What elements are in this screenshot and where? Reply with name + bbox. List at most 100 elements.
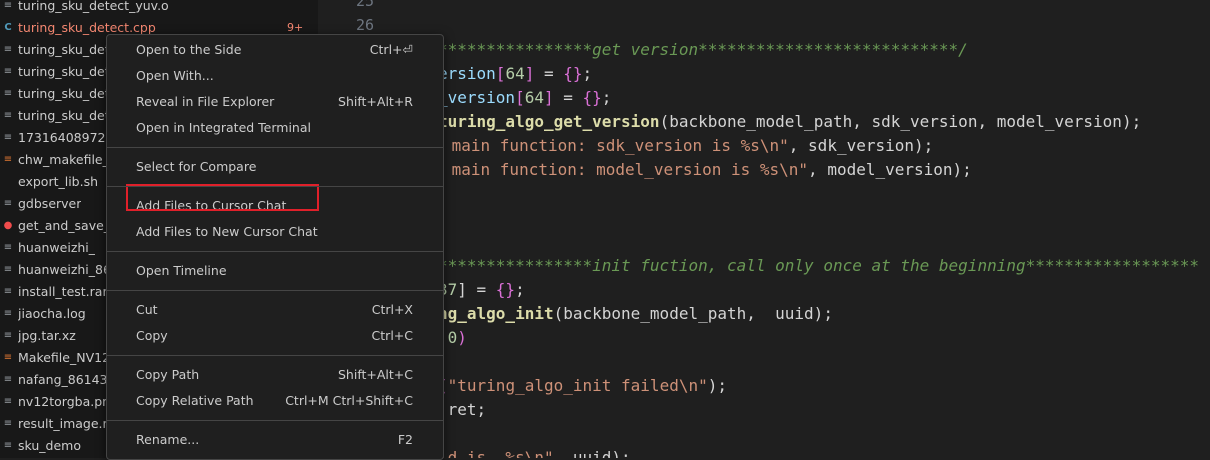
menu-item-shortcut: Shift+Alt+C <box>338 367 413 382</box>
code-line: main function: sdk_version is %s\n", sdk… <box>442 134 933 158</box>
menu-item-label: Cut <box>136 302 158 317</box>
code-token: ; <box>602 88 612 107</box>
menu-open-in-terminal[interactable]: Open in Integrated Terminal <box>107 115 443 139</box>
menu-copy[interactable]: CopyCtrl+C <box>107 323 443 347</box>
menu-cut[interactable]: Cut Ctrl+X <box>107 297 443 321</box>
code-token: turing_algo_get_version <box>438 112 660 131</box>
file-icon: ≡ <box>2 242 14 253</box>
code-token: [ <box>496 64 506 83</box>
file-icon: ≡ <box>2 66 14 77</box>
menu-copy-path[interactable]: Copy Path Shift+Alt+C <box>107 362 443 386</box>
code-line: id is %s\n", uuid); <box>438 446 631 458</box>
file-icon: ≡ <box>2 44 14 55</box>
code-line: ****************get version*************… <box>438 38 968 62</box>
menu-rename[interactable]: Rename... F2 <box>107 427 443 451</box>
menu-item-shortcut: Ctrl+⏎ <box>370 42 413 57</box>
file-name: jiaocha.log <box>18 306 86 321</box>
code-token: main function: sdk_version is %s\n" <box>442 136 789 155</box>
code-editor[interactable]: 25 26 ****************get version*******… <box>318 0 1210 458</box>
file-name: turing_sku_dete <box>18 86 117 101</box>
menu-item-label: Open to the Side <box>136 42 241 57</box>
highlight-annotation <box>126 184 319 211</box>
file-name: turing_sku_detect_yuv.o <box>18 0 169 13</box>
code-token: ) <box>457 328 467 347</box>
file-name: nv12torgba.png <box>18 394 118 409</box>
file-name: sku_demo <box>18 438 81 453</box>
menu-item-label: Copy Path <box>136 367 199 382</box>
menu-separator <box>107 251 443 252</box>
code-token: 64 <box>505 64 524 83</box>
code-token: id is %s\n" <box>438 448 554 458</box>
menu-item-label: Add Files to New Cursor Chat <box>136 224 318 239</box>
code-token: {} <box>563 64 582 83</box>
file-icon: ≡ <box>2 154 14 165</box>
menu-separator <box>107 290 443 291</box>
code-token: ; <box>583 64 593 83</box>
code-token: {} <box>583 88 602 107</box>
file-item[interactable]: ≡ turing_sku_detect_yuv.o <box>0 0 318 16</box>
code-token: 64 <box>525 88 544 107</box>
menu-item-label: Reveal in File Explorer <box>136 94 274 109</box>
code-token: ] <box>525 64 535 83</box>
context-menu: Open to the SideCtrl+⏎Open With...Reveal… <box>106 34 444 460</box>
code-token: , uuid); <box>554 448 631 458</box>
menu-open-to-side[interactable]: Open to the Side Ctrl+⏎ <box>107 37 443 61</box>
code-token: main function: model_version is %s\n" <box>442 160 808 179</box>
file-name: turing_sku_dete <box>18 42 117 57</box>
code-token: ****************init fuction, call only … <box>438 256 1199 275</box>
file-icon: ● <box>2 220 14 231</box>
menu-copy-relative-path[interactable]: Copy Relative Path Ctrl+M Ctrl+Shift+C <box>107 388 443 412</box>
code-token: ] <box>544 88 554 107</box>
line-number: 25 <box>338 0 374 10</box>
code-token: {} <box>496 280 515 299</box>
file-icon: ≡ <box>2 286 14 297</box>
code-line: _version[64] = {}; <box>438 86 611 110</box>
menu-open-timeline[interactable]: Open Timeline <box>107 258 443 282</box>
menu-add-files-to-new-cursor-chat[interactable]: Add Files to New Cursor Chat <box>107 219 443 243</box>
menu-separator <box>107 147 443 148</box>
code-line: ****************init fuction, call only … <box>438 254 1199 278</box>
file-name: turing_sku_dete <box>18 64 117 79</box>
file-icon: ≡ <box>2 352 14 363</box>
code-token: ; <box>515 280 525 299</box>
menu-item-label: Rename... <box>136 432 199 447</box>
code-token: = <box>554 88 583 107</box>
file-name: export_lib.sh <box>18 174 98 189</box>
file-icon: ≡ <box>2 330 14 341</box>
code-token: ****************get version*************… <box>438 40 968 59</box>
code-token: (backbone_model_path, uuid); <box>554 304 833 323</box>
file-name: gdbserver <box>18 196 81 211</box>
menu-select-for-compare[interactable]: Select for Compare <box>107 154 443 178</box>
menu-separator <box>107 355 443 356</box>
menu-item-label: Copy Relative Path <box>136 393 254 408</box>
file-name: turing_sku_detect.cpp <box>18 20 156 35</box>
menu-separator <box>107 420 443 421</box>
code-token: ] = <box>457 280 496 299</box>
file-icon: ≡ <box>2 264 14 275</box>
problem-count-badge: 9+ <box>287 21 303 34</box>
code-line: ng_algo_init(backbone_model_path, uuid); <box>438 302 833 326</box>
cpp-file-icon: C <box>2 22 14 33</box>
menu-item-label: Open in Integrated Terminal <box>136 120 311 135</box>
file-icon: ≡ <box>2 374 14 385</box>
code-token: _version <box>438 88 515 107</box>
file-icon: ≡ <box>2 110 14 121</box>
menu-item-label: Open Timeline <box>136 263 227 278</box>
menu-item-shortcut: F2 <box>398 432 413 447</box>
file-icon: ≡ <box>2 132 14 143</box>
file-icon: ≡ <box>2 88 14 99</box>
file-name: install_test.rar <box>18 284 108 299</box>
code-token: ersion <box>438 64 496 83</box>
file-name: huanweizhi_ <box>18 240 95 255</box>
file-icon: ≡ <box>2 0 14 11</box>
menu-item-shortcut: Ctrl+X <box>372 302 413 317</box>
menu-reveal-in-explorer[interactable]: Reveal in File ExplorerShift+Alt+R <box>107 89 443 113</box>
menu-item-shortcut: Ctrl+M Ctrl+Shift+C <box>285 393 413 408</box>
file-icon: ≡ <box>2 418 14 429</box>
file-name: turing_sku_dete <box>18 108 117 123</box>
menu-item-shortcut: Ctrl+C <box>372 328 413 343</box>
code-line: main function: model_version is %s\n", m… <box>442 158 972 182</box>
menu-delete[interactable]: DeleteDelete <box>107 453 443 460</box>
menu-open-with[interactable]: Open With... <box>107 63 443 87</box>
code-token: , model_version); <box>808 160 972 179</box>
